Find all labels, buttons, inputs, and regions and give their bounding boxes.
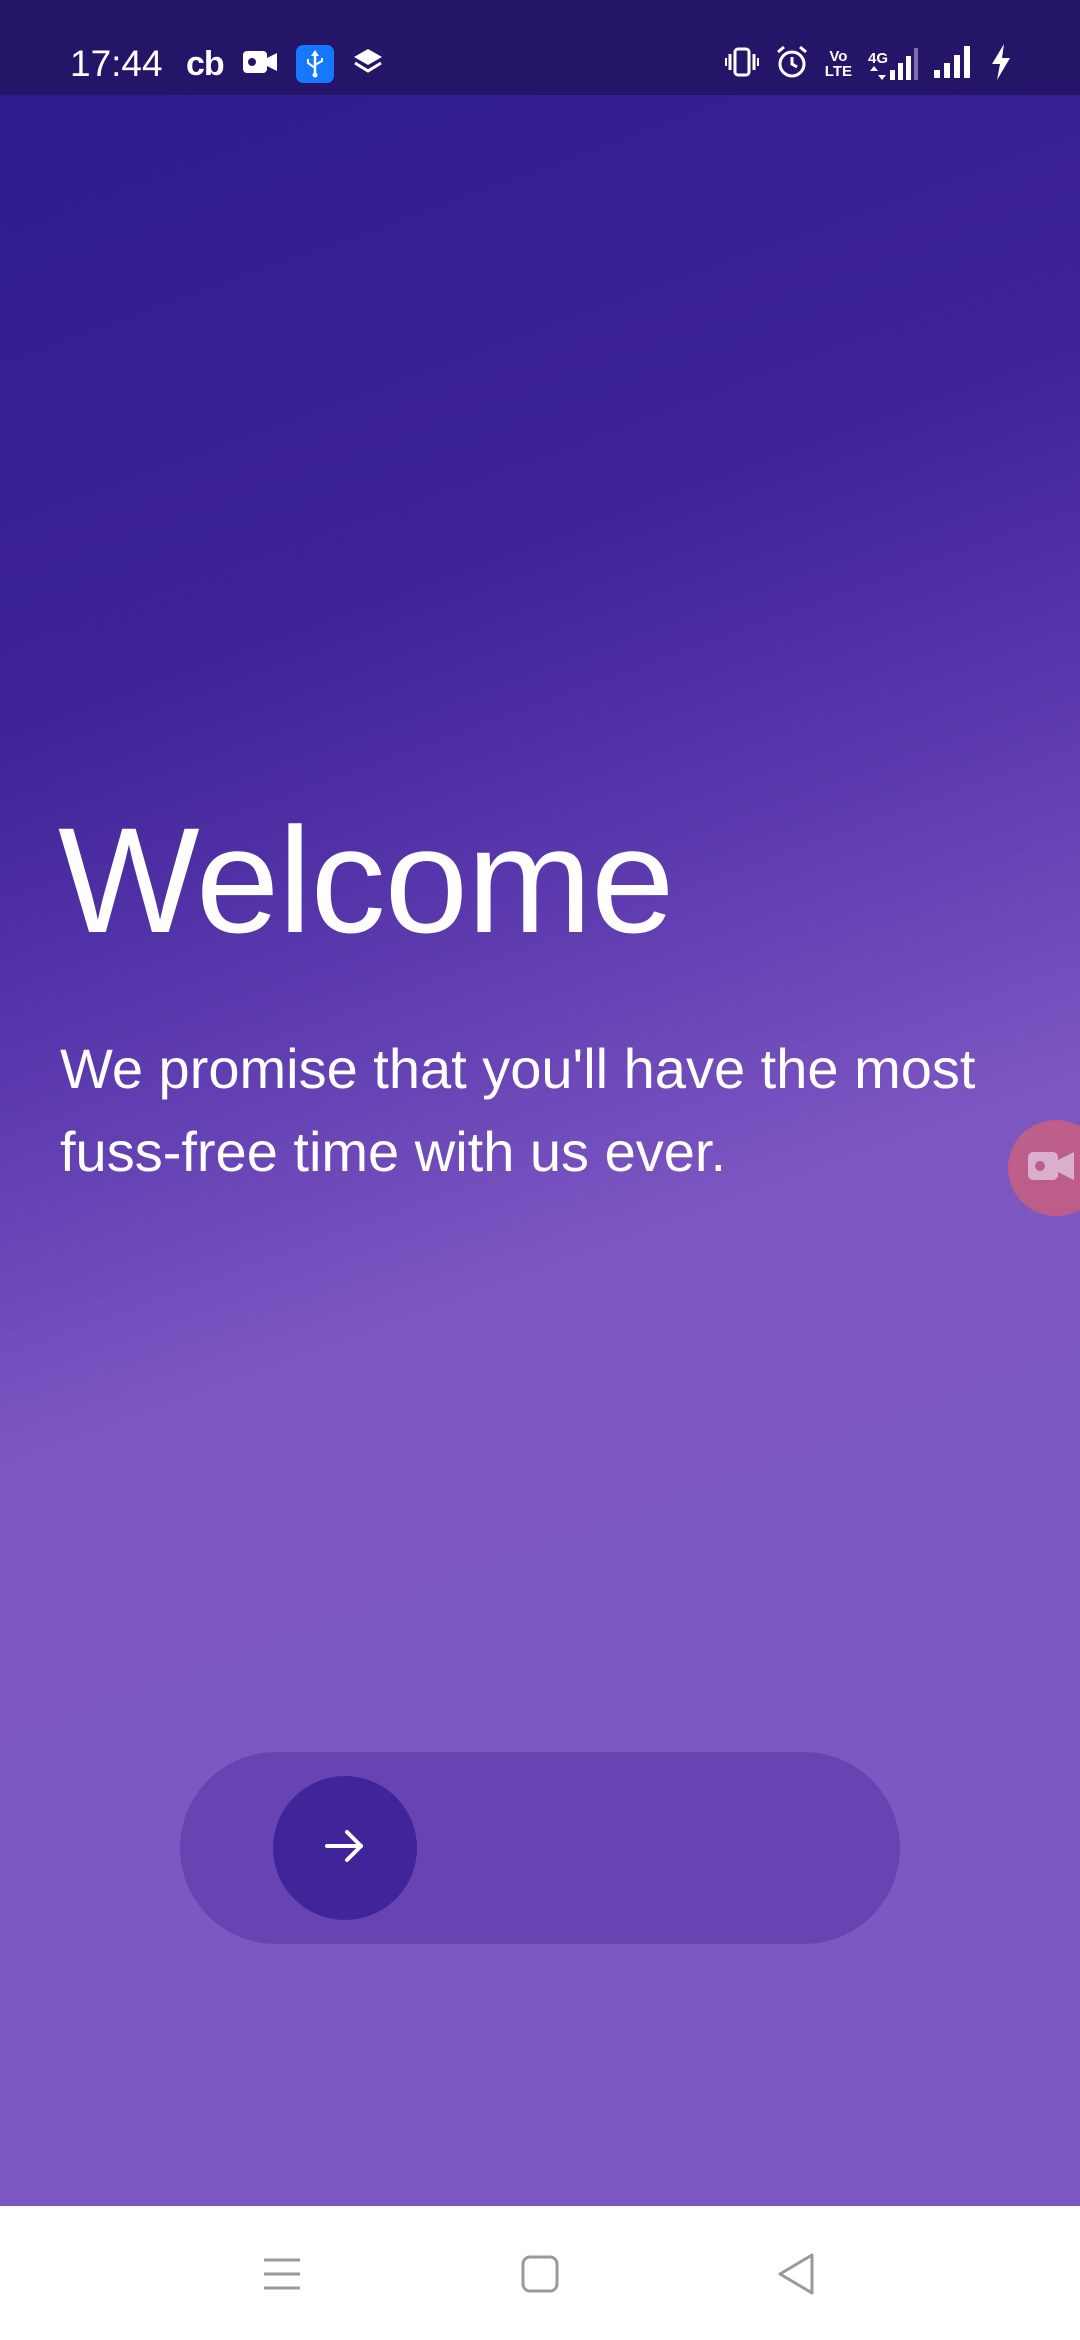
- status-right-icons: Vo LTE 4G: [724, 43, 1012, 85]
- status-bar: 17:44 cb Vo LTE 4G: [0, 0, 1080, 95]
- slider-knob[interactable]: [273, 1776, 417, 1920]
- app-screen: 17:44 cb Vo LTE 4G Welcome We promise th…: [0, 0, 1080, 2340]
- welcome-title: Welcome: [58, 796, 674, 964]
- layers-icon: [352, 46, 384, 83]
- volte-bottom-label: LTE: [824, 63, 852, 80]
- signal-icon: [934, 45, 974, 83]
- navigation-bar: [0, 2206, 1080, 2340]
- arrow-right-icon: [321, 1822, 369, 1875]
- mobile-data-4g-icon: 4G: [868, 48, 918, 80]
- vibrate-icon: [724, 46, 759, 83]
- volte-icon: Vo LTE: [825, 49, 852, 79]
- back-icon: [776, 2252, 816, 2301]
- back-button[interactable]: [756, 2236, 836, 2316]
- video-camera-icon: [242, 48, 278, 81]
- cb-app-icon: cb: [186, 45, 225, 83]
- status-time: 17:44: [70, 43, 163, 84]
- menu-icon: [262, 2257, 302, 2296]
- welcome-panel: Welcome We promise that you'll have the …: [0, 95, 1080, 2206]
- home-icon: [520, 2254, 560, 2299]
- video-record-icon: [1028, 1148, 1078, 1189]
- status-left-icons: cb: [186, 44, 384, 84]
- welcome-subtitle: We promise that you'll have the most fus…: [60, 1037, 976, 1183]
- network-type-label: 4G: [867, 50, 888, 67]
- usb-icon: [295, 45, 334, 83]
- home-button[interactable]: [500, 2236, 580, 2316]
- alarm-icon: [775, 45, 809, 84]
- swipe-to-continue-slider[interactable]: [180, 1752, 900, 1944]
- floating-record-button[interactable]: [1008, 1120, 1080, 1216]
- recent-apps-button[interactable]: [242, 2236, 322, 2316]
- charging-icon: [990, 43, 1012, 85]
